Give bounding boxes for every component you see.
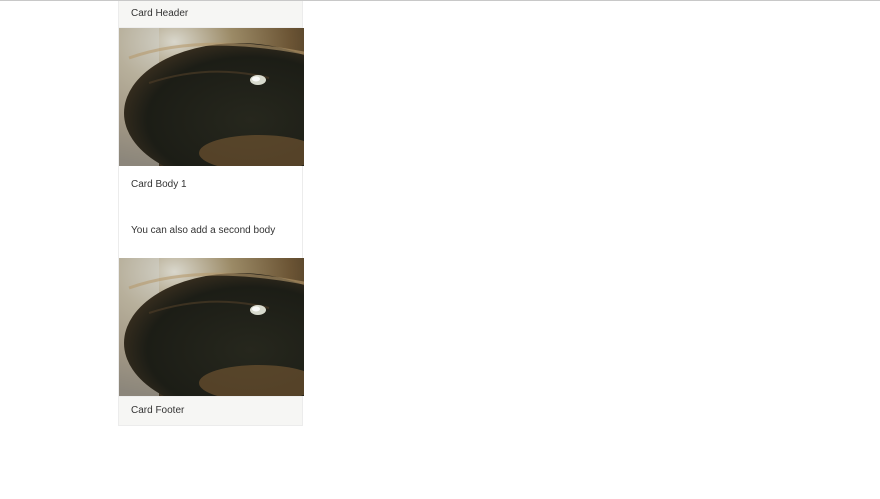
card-header: Card Header (119, 1, 302, 28)
eye-photo-image (119, 258, 304, 396)
card-body-2-text: You can also add a second body (131, 225, 276, 236)
eye-photo-image (119, 28, 304, 166)
card-image-top (119, 28, 304, 166)
card: Card Header Card Body 1 You can also add… (118, 1, 304, 426)
card-footer: Card Footer (119, 396, 302, 425)
card-image-bottom (119, 258, 304, 396)
card-body-1-text: Card Body 1 (131, 179, 187, 190)
card-body-2: You can also add a second body (119, 212, 302, 258)
card-body-1: Card Body 1 (119, 166, 302, 212)
card-header-text: Card Header (131, 8, 189, 19)
card-footer-text: Card Footer (131, 405, 185, 416)
